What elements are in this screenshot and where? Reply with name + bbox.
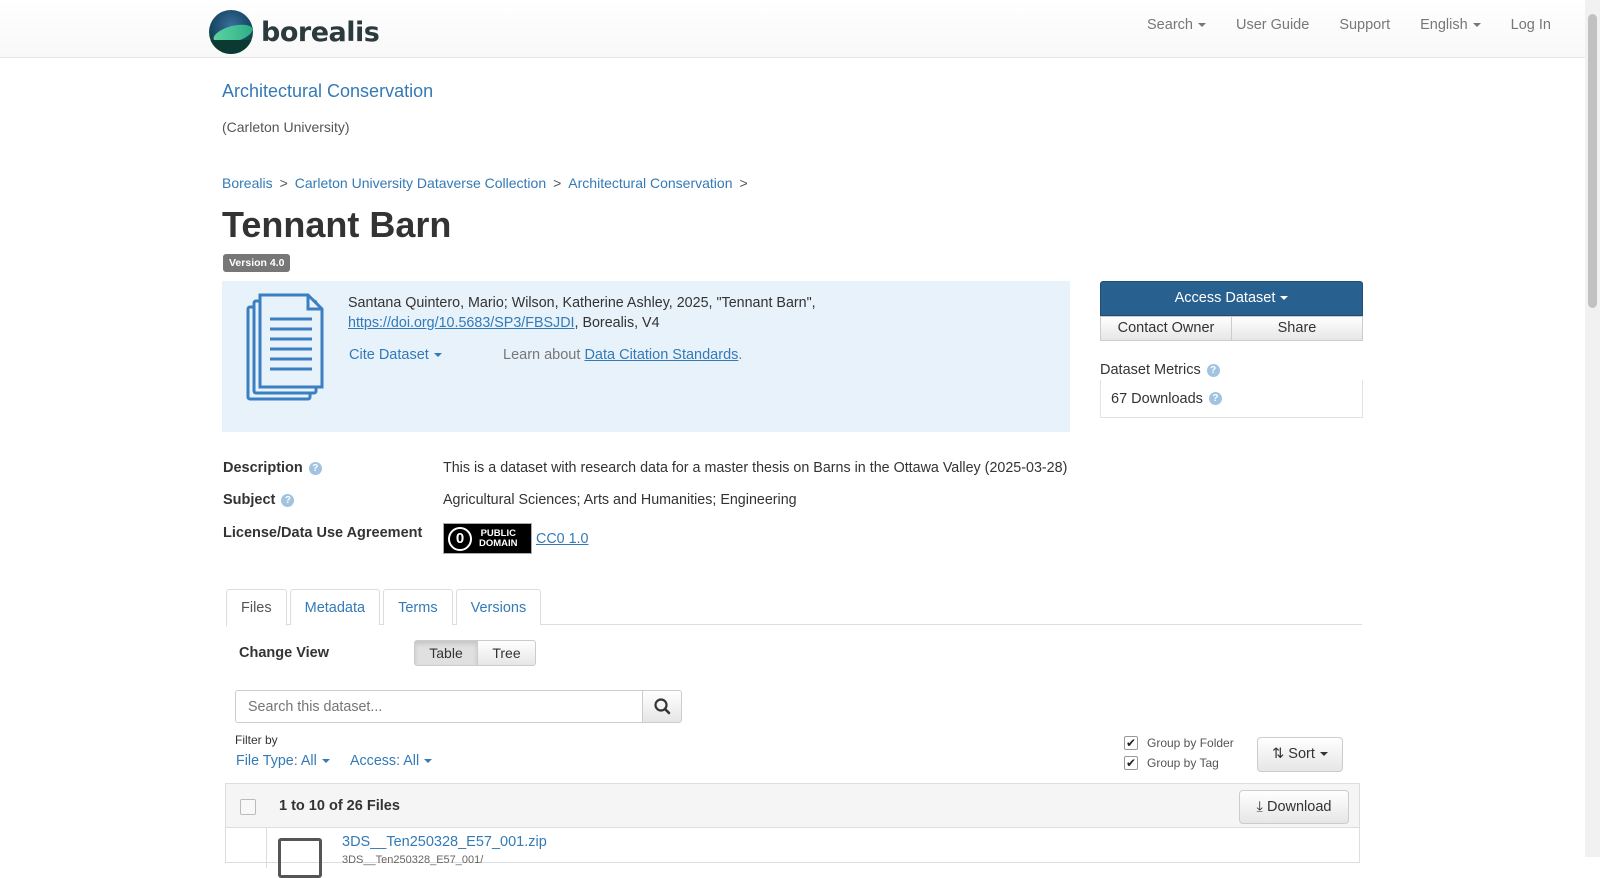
chevron-down-icon bbox=[1280, 296, 1289, 301]
public-domain-badge-icon: 0 PUBLIC DOMAIN bbox=[443, 523, 532, 554]
license-value: 0 PUBLIC DOMAIN CC0 1.0 bbox=[443, 523, 588, 554]
chevron-down-icon bbox=[1319, 752, 1328, 757]
files-count: 1 to 10 of 26 Files bbox=[279, 798, 400, 814]
downloads-count: 67 Downloads bbox=[1111, 390, 1203, 407]
cc0-icon: 0 bbox=[448, 527, 472, 551]
file-icon bbox=[278, 838, 322, 878]
view-tree-button[interactable]: Tree bbox=[478, 640, 536, 666]
version-badge: Version 4.0 bbox=[223, 254, 291, 272]
group-by-tag-option[interactable]: ✔ Group by Tag bbox=[1124, 756, 1219, 770]
dataverse-name-link[interactable]: Architectural Conservation bbox=[222, 81, 433, 102]
download-button[interactable]: ⤓ Download bbox=[1239, 790, 1349, 824]
top-navbar: borealis Search User Guide Support Engli… bbox=[0, 0, 1585, 58]
owner-share-buttons: Contact Owner Share bbox=[1100, 316, 1363, 341]
files-table-header: 1 to 10 of 26 Files ⤓ Download bbox=[226, 784, 1359, 828]
tab-versions[interactable]: Versions bbox=[455, 589, 542, 625]
nav-search[interactable]: Search bbox=[1147, 17, 1206, 33]
brand-name: borealis bbox=[261, 16, 380, 48]
file-path: 3DS__Ten250328_E57_001/ bbox=[342, 854, 484, 866]
breadcrumb-architectural[interactable]: Architectural Conservation bbox=[568, 175, 732, 191]
nav-user-guide[interactable]: User Guide bbox=[1236, 17, 1309, 33]
help-icon[interactable]: ? bbox=[281, 493, 295, 507]
help-icon[interactable]: ? bbox=[1208, 392, 1222, 405]
borealis-logo-icon bbox=[209, 10, 253, 54]
page-scrollbar[interactable] bbox=[1585, 0, 1600, 857]
sort-icon: ⇅ bbox=[1272, 746, 1285, 762]
download-icon: ⤓ bbox=[1256, 799, 1263, 815]
help-icon[interactable]: ? bbox=[1206, 363, 1220, 377]
select-all-checkbox[interactable] bbox=[240, 799, 256, 815]
chevron-down-icon bbox=[1472, 23, 1481, 28]
search-icon bbox=[654, 698, 671, 715]
row-checkbox-cell[interactable] bbox=[226, 828, 267, 868]
table-row: 3DS__Ten250328_E57_001.zip 3DS__Ten25032… bbox=[226, 828, 1359, 878]
breadcrumb: Borealis > Carleton University Dataverse… bbox=[222, 175, 755, 191]
view-toggle: Table Tree bbox=[414, 640, 536, 666]
subject-label: Subject? bbox=[223, 492, 295, 508]
description-value: This is a dataset with research data for… bbox=[443, 460, 1068, 476]
dataset-title: Tennant Barn bbox=[222, 204, 452, 245]
description-label: Description? bbox=[223, 460, 322, 476]
dataverse-affiliation: (Carleton University) bbox=[222, 119, 350, 135]
file-type-filter[interactable]: File Type: All bbox=[236, 753, 330, 769]
license-label: License/Data Use Agreement bbox=[223, 525, 423, 541]
nav-login[interactable]: Log In bbox=[1511, 17, 1551, 33]
nav-support[interactable]: Support bbox=[1339, 17, 1390, 33]
sort-button[interactable]: ⇅ Sort bbox=[1257, 737, 1343, 772]
cite-dataset-dropdown[interactable]: Cite Dataset bbox=[349, 347, 442, 363]
citation-standards-link[interactable]: Data Citation Standards bbox=[584, 347, 738, 363]
license-link[interactable]: CC0 1.0 bbox=[536, 531, 588, 547]
view-table-button[interactable]: Table bbox=[414, 640, 478, 666]
share-button[interactable]: Share bbox=[1232, 316, 1363, 341]
tab-files[interactable]: Files bbox=[226, 589, 287, 626]
group-by-tag-checkbox[interactable]: ✔ bbox=[1124, 756, 1138, 770]
tab-terms[interactable]: Terms bbox=[383, 589, 453, 625]
dataset-document-icon bbox=[246, 293, 324, 401]
contact-owner-button[interactable]: Contact Owner bbox=[1100, 316, 1232, 341]
breadcrumb-carleton[interactable]: Carleton University Dataverse Collection bbox=[295, 175, 546, 191]
metrics-box: 67 Downloads? bbox=[1100, 380, 1363, 418]
nav-links: Search User Guide Support English Log In bbox=[1117, 0, 1551, 50]
brand-logo-link[interactable]: borealis bbox=[209, 10, 380, 54]
dataset-tabs: Files Metadata Terms Versions bbox=[226, 589, 1362, 626]
citation-box: Santana Quintero, Mario; Wilson, Katheri… bbox=[222, 281, 1070, 432]
filter-by-label: Filter by bbox=[235, 733, 278, 747]
access-filter[interactable]: Access: All bbox=[350, 753, 433, 769]
chevron-down-icon bbox=[433, 353, 442, 358]
group-by-folder-option[interactable]: ✔ Group by Folder bbox=[1124, 736, 1234, 750]
file-name-link[interactable]: 3DS__Ten250328_E57_001.zip bbox=[342, 834, 547, 850]
file-search-input[interactable] bbox=[235, 690, 643, 723]
subject-value: Agricultural Sciences; Arts and Humaniti… bbox=[443, 492, 797, 508]
metrics-heading: Dataset Metrics? bbox=[1100, 362, 1220, 378]
nav-language[interactable]: English bbox=[1420, 17, 1481, 33]
doi-link[interactable]: https://doi.org/10.5683/SP3/FBSJDI bbox=[348, 315, 575, 331]
breadcrumb-borealis[interactable]: Borealis bbox=[222, 175, 273, 191]
breadcrumb-separator: > bbox=[739, 175, 748, 191]
access-dataset-button[interactable]: Access Dataset bbox=[1100, 281, 1363, 316]
breadcrumb-separator: > bbox=[553, 175, 562, 191]
breadcrumb-separator: > bbox=[279, 175, 288, 191]
citation-text: Santana Quintero, Mario; Wilson, Katheri… bbox=[348, 295, 816, 331]
scrollbar-thumb[interactable] bbox=[1588, 14, 1597, 308]
group-by-folder-checkbox[interactable]: ✔ bbox=[1124, 736, 1138, 750]
chevron-down-icon bbox=[1197, 23, 1206, 28]
chevron-down-icon bbox=[321, 759, 330, 764]
files-table: 1 to 10 of 26 Files ⤓ Download 3DS__Ten2… bbox=[225, 783, 1360, 878]
chevron-down-icon bbox=[424, 759, 433, 764]
change-view-label: Change View bbox=[239, 645, 329, 661]
help-icon[interactable]: ? bbox=[308, 461, 322, 475]
learn-about-text: Learn about Data Citation Standards. bbox=[503, 347, 743, 363]
tab-metadata[interactable]: Metadata bbox=[289, 589, 381, 625]
search-button[interactable] bbox=[642, 690, 682, 723]
